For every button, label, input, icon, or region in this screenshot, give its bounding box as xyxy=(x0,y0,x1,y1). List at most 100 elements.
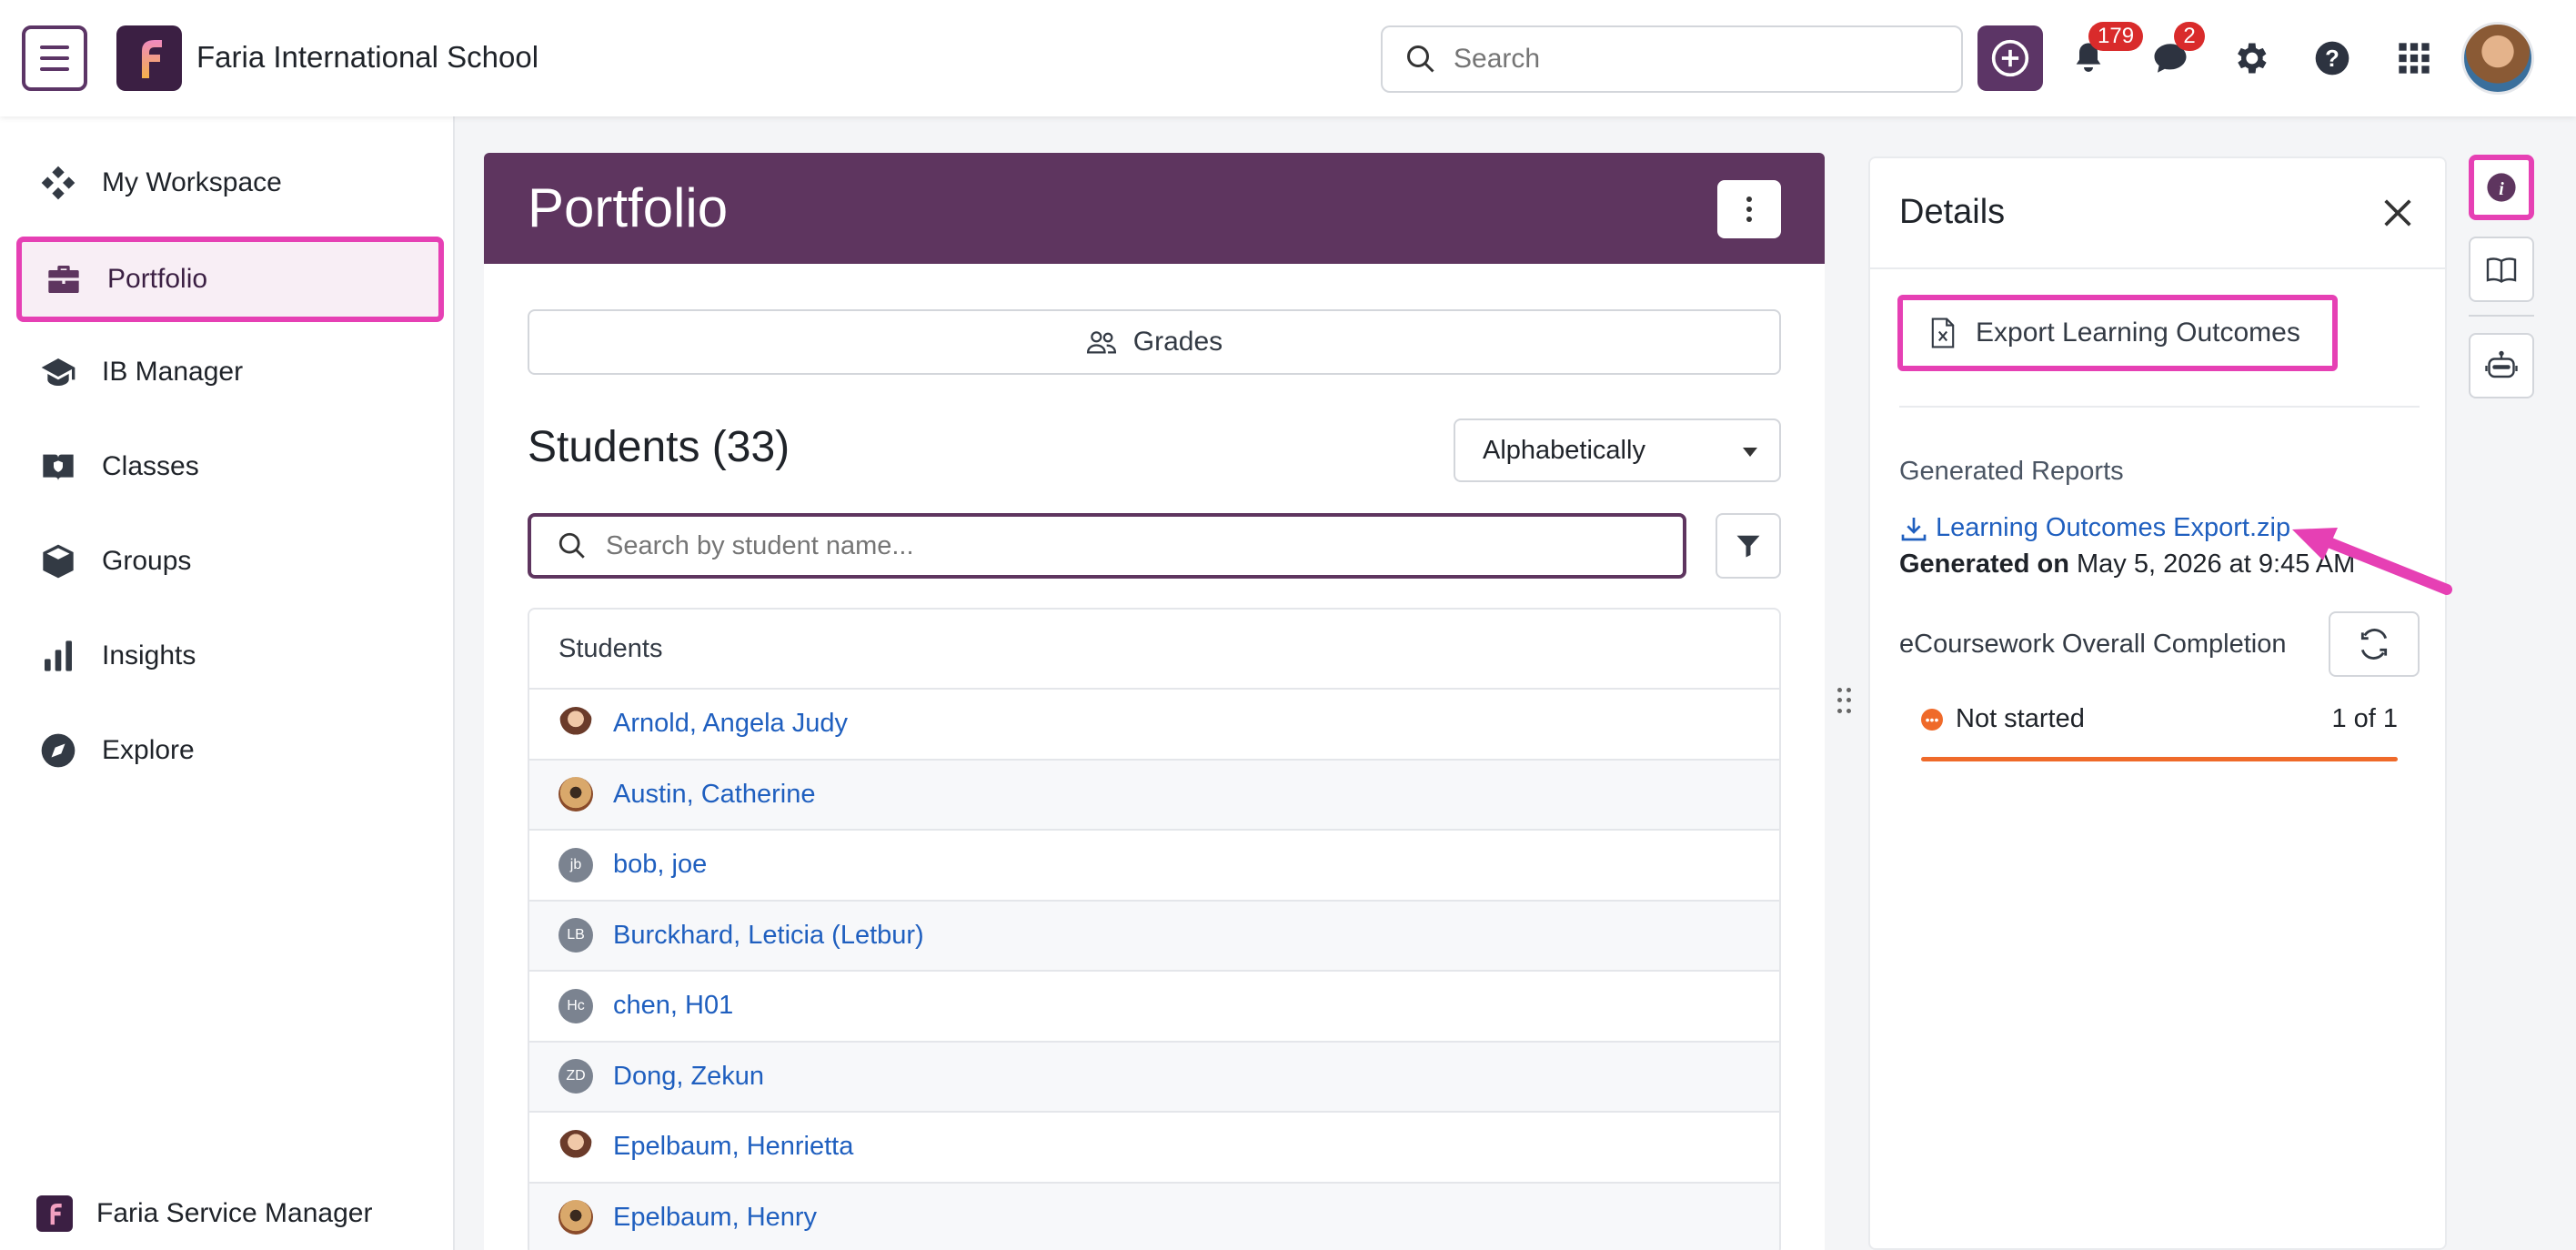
more-options-button[interactable] xyxy=(1717,180,1781,238)
ecoursework-label: eCoursework Overall Completion xyxy=(1899,630,2287,659)
student-name-link[interactable]: chen, H01 xyxy=(613,991,733,1021)
students-table: Students Arnold, Angela Judy Austin, Cath… xyxy=(528,608,1781,1250)
sort-value: Alphabetically xyxy=(1483,435,1645,465)
sidebar-item-groups[interactable]: Groups xyxy=(16,520,444,602)
briefcase-icon xyxy=(44,259,84,299)
students-heading: Students (33) xyxy=(528,423,790,471)
table-row: LB Burckhard, Leticia (Letbur) xyxy=(529,901,1779,972)
sidebar-item-insights[interactable]: Insights xyxy=(16,615,444,697)
student-avatar: LB xyxy=(558,918,593,953)
sidebar: My Workspace Portfolio IB Manager Classe… xyxy=(0,116,455,1250)
sidebar-item-portfolio[interactable]: Portfolio xyxy=(16,237,444,322)
school-name[interactable]: Faria International School xyxy=(196,40,538,75)
compass-icon xyxy=(38,731,78,771)
school-logo[interactable] xyxy=(116,25,182,91)
info-panel-button[interactable]: i xyxy=(2469,155,2534,220)
svg-text:i: i xyxy=(2499,179,2504,199)
close-icon xyxy=(2384,199,2411,227)
export-learning-outcomes-button[interactable]: Export Learning Outcomes xyxy=(1897,295,2338,371)
student-avatar: ZD xyxy=(558,1059,593,1094)
messages-badge: 2 xyxy=(2174,22,2205,51)
sidebar-item-classes[interactable]: Classes xyxy=(16,426,444,508)
refresh-button[interactable] xyxy=(2329,611,2420,677)
global-search[interactable] xyxy=(1381,25,1963,93)
search-icon xyxy=(1407,45,1434,73)
funnel-icon xyxy=(1736,535,1760,558)
question-circle-icon: ? xyxy=(2315,41,2350,76)
portfolio-header: Portfolio xyxy=(484,153,1825,264)
annotation-arrow-icon xyxy=(2292,528,2452,595)
page-title: Portfolio xyxy=(528,177,729,238)
sidebar-item-ib-manager[interactable]: IB Manager xyxy=(16,331,444,413)
report-download-link[interactable]: Learning Outcomes Export.zip xyxy=(1899,513,2290,543)
table-row: Epelbaum, Henrietta xyxy=(529,1113,1779,1184)
table-row: jb bob, joe xyxy=(529,831,1779,902)
sidebar-item-my-workspace[interactable]: My Workspace xyxy=(16,142,444,224)
user-avatar[interactable] xyxy=(2461,22,2534,95)
report-link-text: Learning Outcomes Export.zip xyxy=(1936,513,2291,542)
gear-icon xyxy=(2238,43,2267,74)
sidebar-item-explore[interactable]: Explore xyxy=(16,710,444,791)
excel-file-icon xyxy=(1931,318,1955,348)
apps-button[interactable] xyxy=(2387,31,2441,86)
student-avatar xyxy=(558,1129,593,1164)
search-input[interactable] xyxy=(1454,44,1927,75)
student-search-input[interactable] xyxy=(606,530,1606,561)
table-row: Epelbaum, Henry xyxy=(529,1183,1779,1250)
student-name-link[interactable]: Austin, Catherine xyxy=(613,780,815,810)
download-icon xyxy=(1901,517,1927,540)
faria-logo-icon xyxy=(36,1195,73,1232)
settings-button[interactable] xyxy=(2223,31,2278,86)
close-button[interactable] xyxy=(2380,195,2416,231)
filter-button[interactable] xyxy=(1716,513,1781,579)
generated-on-label: Generated on xyxy=(1899,549,2069,579)
details-panel: Details Export Learning Outcomes Generat… xyxy=(1868,156,2447,1250)
grades-button[interactable]: Grades xyxy=(528,309,1781,375)
menu-icon[interactable] xyxy=(22,25,87,91)
help-button[interactable]: ? xyxy=(2305,31,2360,86)
completion-progress-bar xyxy=(1921,757,2398,761)
details-title: Details xyxy=(1899,193,2006,231)
info-icon: i xyxy=(2487,173,2516,202)
search-icon xyxy=(558,532,585,559)
guide-panel-button[interactable] xyxy=(2469,237,2534,302)
student-name-link[interactable]: Arnold, Angela Judy xyxy=(613,709,848,739)
sort-select[interactable]: Alphabetically xyxy=(1454,418,1781,482)
portfolio-body: Grades Students (33) Alphabetically Stud… xyxy=(484,264,1825,1250)
student-name-link[interactable]: bob, joe xyxy=(613,850,707,880)
create-button[interactable] xyxy=(1977,25,2043,91)
divider xyxy=(1870,267,2445,269)
table-row: Arnold, Angela Judy xyxy=(529,690,1779,761)
student-name-link[interactable]: Epelbaum, Henrietta xyxy=(613,1132,853,1162)
cube-icon xyxy=(38,541,78,581)
table-row: ZD Dong, Zekun xyxy=(529,1042,1779,1113)
chevron-down-icon xyxy=(1743,448,1757,457)
sidebar-item-label: IB Manager xyxy=(102,357,244,387)
status-count: 1 of 1 xyxy=(2331,704,2398,733)
refresh-icon xyxy=(2360,629,2388,660)
top-bar: Faria International School 179 2 ? xyxy=(0,0,2576,116)
panel-resize-handle[interactable] xyxy=(1837,688,1856,715)
student-name-link[interactable]: Burckhard, Leticia (Letbur) xyxy=(613,921,924,951)
student-avatar xyxy=(558,777,593,812)
messages-button[interactable]: 2 xyxy=(2143,22,2205,86)
svg-text:?: ? xyxy=(2325,46,2340,72)
service-manager-link[interactable]: Faria Service Manager xyxy=(36,1195,372,1232)
notifications-button[interactable]: 179 xyxy=(2061,22,2144,86)
sidebar-item-label: Classes xyxy=(102,451,199,481)
diamond-grid-icon xyxy=(38,163,78,203)
sidebar-item-label: Explore xyxy=(102,735,195,765)
generated-on-text: Generated on May 5, 2026 at 9:45 AM xyxy=(1899,549,2355,580)
assistant-panel-button[interactable] xyxy=(2469,333,2534,398)
student-name-link[interactable]: Epelbaum, Henry xyxy=(613,1203,817,1233)
service-manager-label: Faria Service Manager xyxy=(96,1198,373,1228)
student-name-link[interactable]: Dong, Zekun xyxy=(613,1062,764,1092)
status-label: Not started xyxy=(1956,704,2085,733)
bar-chart-icon xyxy=(38,636,78,676)
student-search-field[interactable] xyxy=(528,513,1686,579)
export-label: Export Learning Outcomes xyxy=(1976,318,2300,348)
sidebar-item-label: My Workspace xyxy=(102,167,282,197)
people-icon xyxy=(1086,331,1116,354)
sidebar-item-label: Groups xyxy=(102,546,192,576)
sidebar-item-label: Portfolio xyxy=(107,264,208,294)
